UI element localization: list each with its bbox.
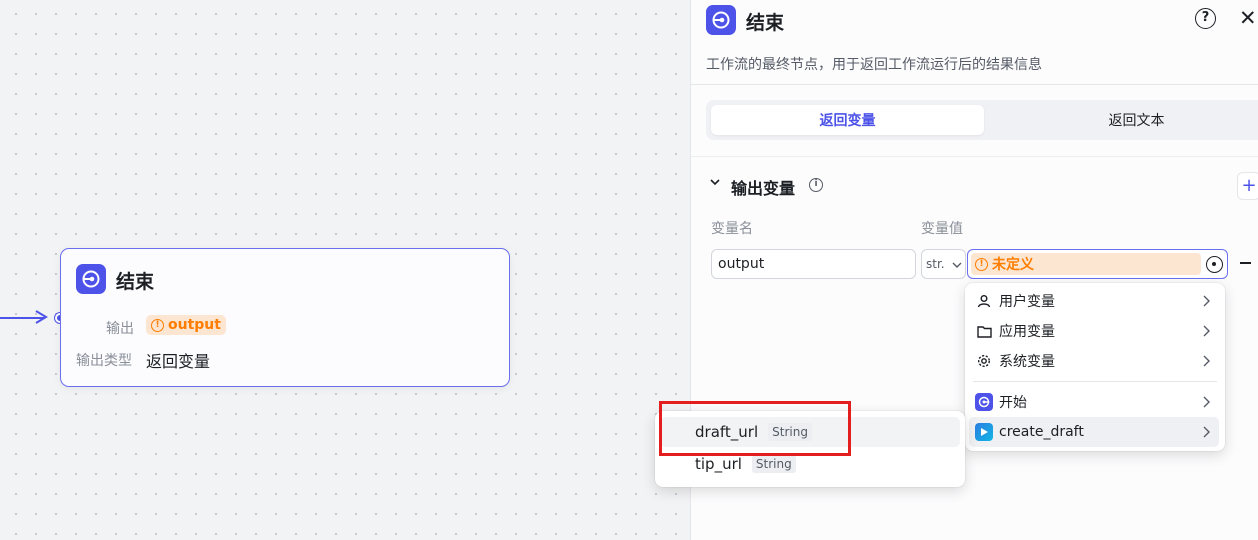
arrow-head-icon bbox=[35, 310, 48, 324]
variable-name: tip_url bbox=[695, 455, 742, 473]
chevron-right-icon bbox=[1203, 396, 1210, 408]
variable-type-select[interactable]: str. bbox=[921, 249, 966, 279]
output-chip-label: output bbox=[168, 317, 221, 333]
menu-item-label: 应用变量 bbox=[999, 324, 1055, 340]
warning-icon: ! bbox=[151, 318, 164, 332]
menu-item-label: 系统变量 bbox=[999, 354, 1055, 370]
chevron-right-icon bbox=[1203, 295, 1210, 307]
menu-item-label: 开始 bbox=[999, 395, 1027, 411]
highlight-annotation-box bbox=[659, 401, 851, 456]
column-label-value: 变量值 bbox=[921, 221, 963, 237]
chevron-right-icon bbox=[1203, 325, 1210, 337]
output-label: 输出 bbox=[106, 321, 134, 337]
return-mode-tabs: 返回变量 返回文本 bbox=[706, 100, 1258, 140]
variable-type-tag: String bbox=[751, 455, 796, 473]
variable-value-field[interactable]: ! 未定义 bbox=[967, 249, 1228, 279]
start-node-tile bbox=[975, 393, 993, 411]
menu-item-app-variables[interactable]: 应用变量 bbox=[969, 316, 1219, 346]
end-node-icon bbox=[76, 264, 106, 294]
chevron-down-icon bbox=[952, 262, 962, 268]
warning-icon: ! bbox=[975, 257, 988, 271]
target-select-icon[interactable] bbox=[1206, 256, 1223, 273]
divider bbox=[691, 156, 1258, 157]
node-title: 结束 bbox=[116, 271, 155, 293]
plugin-node-tile bbox=[975, 423, 993, 441]
menu-item-user-variables[interactable]: 用户变量 bbox=[969, 286, 1219, 316]
variable-source-menu: 用户变量 应用变量 系统变量 开始 create_draft bbox=[965, 283, 1225, 451]
menu-item-system-variables[interactable]: 系统变量 bbox=[969, 346, 1219, 376]
menu-divider bbox=[973, 381, 1217, 382]
menu-item-start-node[interactable]: 开始 bbox=[969, 387, 1219, 417]
menu-item-create-draft[interactable]: create_draft bbox=[969, 417, 1219, 447]
value-chip-label: 未定义 bbox=[992, 257, 1034, 273]
tab-return-variable[interactable]: 返回变量 bbox=[711, 105, 984, 135]
output-warning-chip: ! output bbox=[146, 315, 226, 335]
chevron-right-icon bbox=[1203, 426, 1210, 438]
column-label-name: 变量名 bbox=[711, 221, 753, 237]
end-node-card[interactable]: 结束 输出 ! output 输出类型 返回变量 bbox=[60, 248, 510, 387]
variable-name-input[interactable]: output bbox=[711, 249, 916, 279]
add-variable-button[interactable]: + bbox=[1237, 172, 1258, 200]
menu-item-label: 用户变量 bbox=[999, 294, 1055, 310]
section-title: 输出变量 bbox=[731, 179, 796, 198]
divider bbox=[691, 84, 1258, 85]
panel-title: 结束 bbox=[746, 12, 785, 34]
gear-icon bbox=[975, 352, 993, 370]
output-type-label: 输出类型 bbox=[76, 353, 132, 369]
remove-row-icon[interactable] bbox=[1240, 262, 1251, 264]
undefined-value-chip: ! 未定义 bbox=[971, 253, 1201, 275]
output-type-value: 返回变量 bbox=[146, 352, 211, 371]
user-icon bbox=[975, 292, 993, 310]
type-select-value: str. bbox=[926, 257, 945, 271]
folder-icon bbox=[975, 322, 993, 340]
close-icon[interactable]: ✕ bbox=[1239, 6, 1257, 30]
help-icon[interactable]: ? bbox=[1195, 8, 1216, 29]
plugin-node-icon bbox=[975, 423, 993, 441]
info-icon[interactable]: i bbox=[809, 178, 823, 192]
chevron-right-icon bbox=[1203, 355, 1210, 367]
menu-item-label: create_draft bbox=[999, 424, 1084, 440]
end-node-icon bbox=[706, 5, 736, 35]
panel-description: 工作流的最终节点，用于返回工作流运行后的结果信息 bbox=[706, 57, 1042, 73]
tab-return-text[interactable]: 返回文本 bbox=[1004, 105, 1258, 135]
start-node-icon bbox=[975, 393, 993, 411]
chevron-down-icon[interactable] bbox=[709, 176, 721, 188]
